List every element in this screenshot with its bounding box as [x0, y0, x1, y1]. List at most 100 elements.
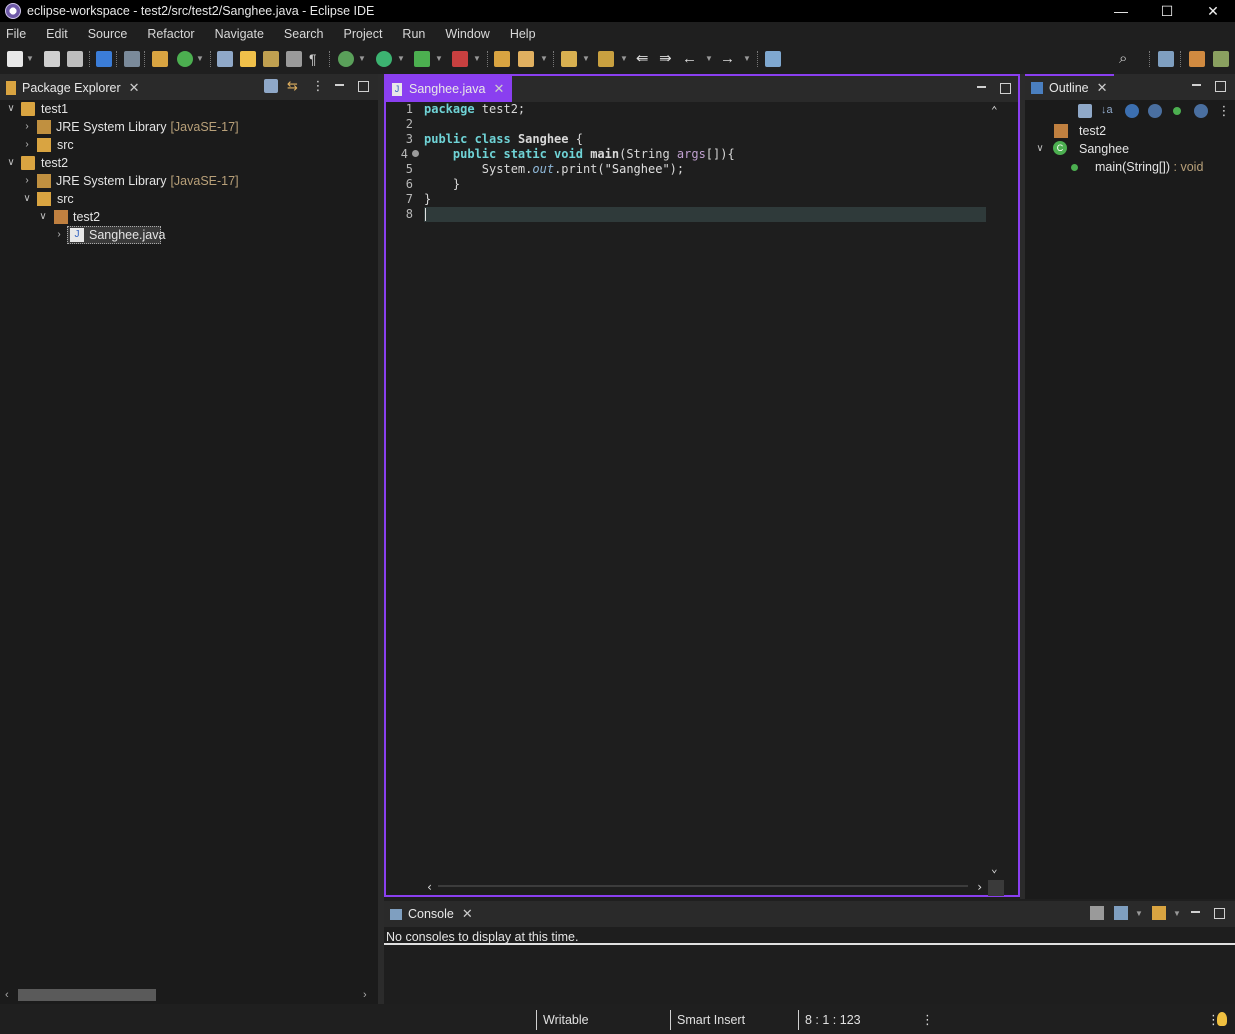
- sort-icon[interactable]: ↓a: [1101, 104, 1115, 118]
- tree-item-sanghee-java[interactable]: › J Sanghee.java: [0, 226, 378, 244]
- new-class-dropdown-icon[interactable]: ▼: [196, 54, 204, 63]
- forward-edit-icon[interactable]: ⇛: [659, 51, 675, 67]
- tree-item-jre-library[interactable]: › JRE System Library [JavaSE-17]: [0, 172, 378, 190]
- tree-item-jre-library[interactable]: › JRE System Library [JavaSE-17]: [0, 118, 378, 136]
- open-folder-icon[interactable]: [494, 51, 510, 67]
- back-dropdown-icon[interactable]: ▼: [705, 54, 713, 63]
- tree-item-test2[interactable]: ∨ test2: [0, 154, 378, 172]
- tree-item-src[interactable]: ∨ src: [0, 190, 378, 208]
- chevron-right-icon[interactable]: ›: [54, 230, 64, 240]
- new-console-icon[interactable]: [1152, 906, 1166, 920]
- menu-navigate[interactable]: Navigate: [205, 27, 274, 41]
- chevron-down-icon[interactable]: ∨: [6, 104, 16, 114]
- skip-breakpoints-icon[interactable]: [124, 51, 140, 67]
- edit-icon[interactable]: [518, 51, 534, 67]
- new-java-class-icon[interactable]: [177, 51, 193, 67]
- external-tools-dropdown-icon[interactable]: ▼: [473, 54, 481, 63]
- link-with-editor-icon[interactable]: ⇆: [287, 79, 301, 93]
- close-window-button[interactable]: ✕: [1190, 0, 1235, 22]
- close-tab-icon[interactable]: ✕: [1097, 80, 1108, 96]
- toggle-mark-occurrences-icon[interactable]: [240, 51, 256, 67]
- new-console-dropdown-icon[interactable]: ▼: [1173, 909, 1181, 918]
- tab-console[interactable]: Console ✕: [384, 901, 479, 927]
- display-console-icon[interactable]: [1114, 906, 1128, 920]
- pin-editor-icon[interactable]: [765, 51, 781, 67]
- scroll-left-icon[interactable]: ‹: [426, 880, 433, 894]
- forward-dropdown-icon[interactable]: ▼: [743, 54, 751, 63]
- tree-item-src[interactable]: › src: [0, 136, 378, 154]
- hide-fields-icon[interactable]: [1125, 104, 1139, 118]
- tree-item-test1[interactable]: ∨ test1: [0, 100, 378, 118]
- terminal-icon[interactable]: [96, 51, 112, 67]
- outline-item-package[interactable]: test2: [1025, 122, 1235, 140]
- view-menu-icon[interactable]: ⋮: [311, 79, 325, 93]
- minimize-view-icon[interactable]: [1189, 906, 1203, 920]
- minimize-button[interactable]: —: [1098, 0, 1144, 22]
- minimize-view-icon[interactable]: [333, 79, 347, 93]
- outline-item-method[interactable]: main(String[]) : void: [1025, 158, 1235, 176]
- code-area[interactable]: 1 package test2; 2 3 public class Sanghe…: [386, 102, 1018, 896]
- chevron-down-icon[interactable]: ∨: [6, 158, 16, 168]
- tree-item-package-test2[interactable]: ∨ test2: [0, 208, 378, 226]
- hide-non-public-icon[interactable]: [1173, 107, 1181, 115]
- debug-perspective-icon[interactable]: [1213, 51, 1229, 67]
- collapse-all-icon[interactable]: [264, 79, 278, 93]
- menu-window[interactable]: Window: [435, 27, 499, 41]
- forward-icon[interactable]: →: [720, 51, 736, 67]
- hide-local-types-icon[interactable]: [1194, 104, 1208, 118]
- new-dropdown-icon[interactable]: ▼: [26, 54, 34, 63]
- close-tab-icon[interactable]: ✕: [129, 80, 140, 96]
- debug-dropdown-icon[interactable]: ▼: [358, 54, 366, 63]
- tab-package-explorer[interactable]: Package Explorer ✕: [0, 76, 146, 100]
- close-tab-icon[interactable]: ✕: [493, 81, 504, 97]
- chevron-down-icon[interactable]: ∨: [22, 194, 32, 204]
- scroll-right-icon[interactable]: ›: [363, 989, 367, 1001]
- toggle-breadcrumb-icon[interactable]: [263, 51, 279, 67]
- scroll-right-icon[interactable]: ›: [976, 880, 983, 894]
- horizontal-scrollbar[interactable]: ‹ ›: [0, 987, 378, 1003]
- tab-outline[interactable]: Outline ✕: [1025, 74, 1114, 100]
- search-icon[interactable]: ⌕: [1119, 51, 1135, 67]
- maximize-editor-icon[interactable]: [998, 81, 1012, 95]
- previous-annotation-icon[interactable]: [598, 51, 614, 67]
- fold-icon[interactable]: [412, 150, 419, 157]
- menu-help[interactable]: Help: [500, 27, 546, 41]
- menu-file[interactable]: File: [0, 27, 36, 41]
- menu-run[interactable]: Run: [392, 27, 435, 41]
- save-all-icon[interactable]: [67, 51, 83, 67]
- menu-refactor[interactable]: Refactor: [137, 27, 204, 41]
- menu-search[interactable]: Search: [274, 27, 334, 41]
- display-console-dropdown-icon[interactable]: ▼: [1135, 909, 1143, 918]
- back-icon[interactable]: ←: [682, 51, 698, 67]
- scroll-up-icon[interactable]: ⌃: [991, 104, 998, 117]
- debug-icon[interactable]: [338, 51, 354, 67]
- chevron-down-icon[interactable]: ∨: [1035, 144, 1045, 154]
- lightbulb-icon[interactable]: [1217, 1012, 1227, 1026]
- menu-project[interactable]: Project: [334, 27, 393, 41]
- maximize-view-icon[interactable]: [1213, 79, 1227, 93]
- previous-annotation-dropdown-icon[interactable]: ▼: [620, 54, 628, 63]
- new-java-package-icon[interactable]: [152, 51, 168, 67]
- menu-source[interactable]: Source: [78, 27, 138, 41]
- open-type-icon[interactable]: [217, 51, 233, 67]
- block-selection-icon[interactable]: [286, 51, 302, 67]
- maximize-button[interactable]: ☐: [1144, 0, 1190, 22]
- coverage-icon[interactable]: [414, 51, 430, 67]
- show-whitespace-icon[interactable]: ¶: [309, 51, 325, 67]
- editor-horizontal-scrollbar[interactable]: ‹ ›: [426, 880, 986, 894]
- hide-static-icon[interactable]: [1148, 104, 1162, 118]
- run-icon[interactable]: [376, 51, 392, 67]
- chevron-right-icon[interactable]: ›: [22, 176, 32, 186]
- coverage-dropdown-icon[interactable]: ▼: [435, 54, 443, 63]
- outline-item-class[interactable]: ∨ C Sanghee: [1025, 140, 1235, 158]
- next-annotation-icon[interactable]: [561, 51, 577, 67]
- minimize-editor-icon[interactable]: [975, 81, 989, 95]
- chevron-down-icon[interactable]: ∨: [38, 212, 48, 222]
- open-perspective-icon[interactable]: [1158, 51, 1174, 67]
- chevron-right-icon[interactable]: ›: [22, 140, 32, 150]
- open-console-icon[interactable]: [1090, 906, 1104, 920]
- run-dropdown-icon[interactable]: ▼: [397, 54, 405, 63]
- scroll-left-icon[interactable]: ‹: [5, 989, 9, 1001]
- view-menu-icon[interactable]: ⋮: [1217, 104, 1231, 118]
- external-tools-icon[interactable]: [452, 51, 468, 67]
